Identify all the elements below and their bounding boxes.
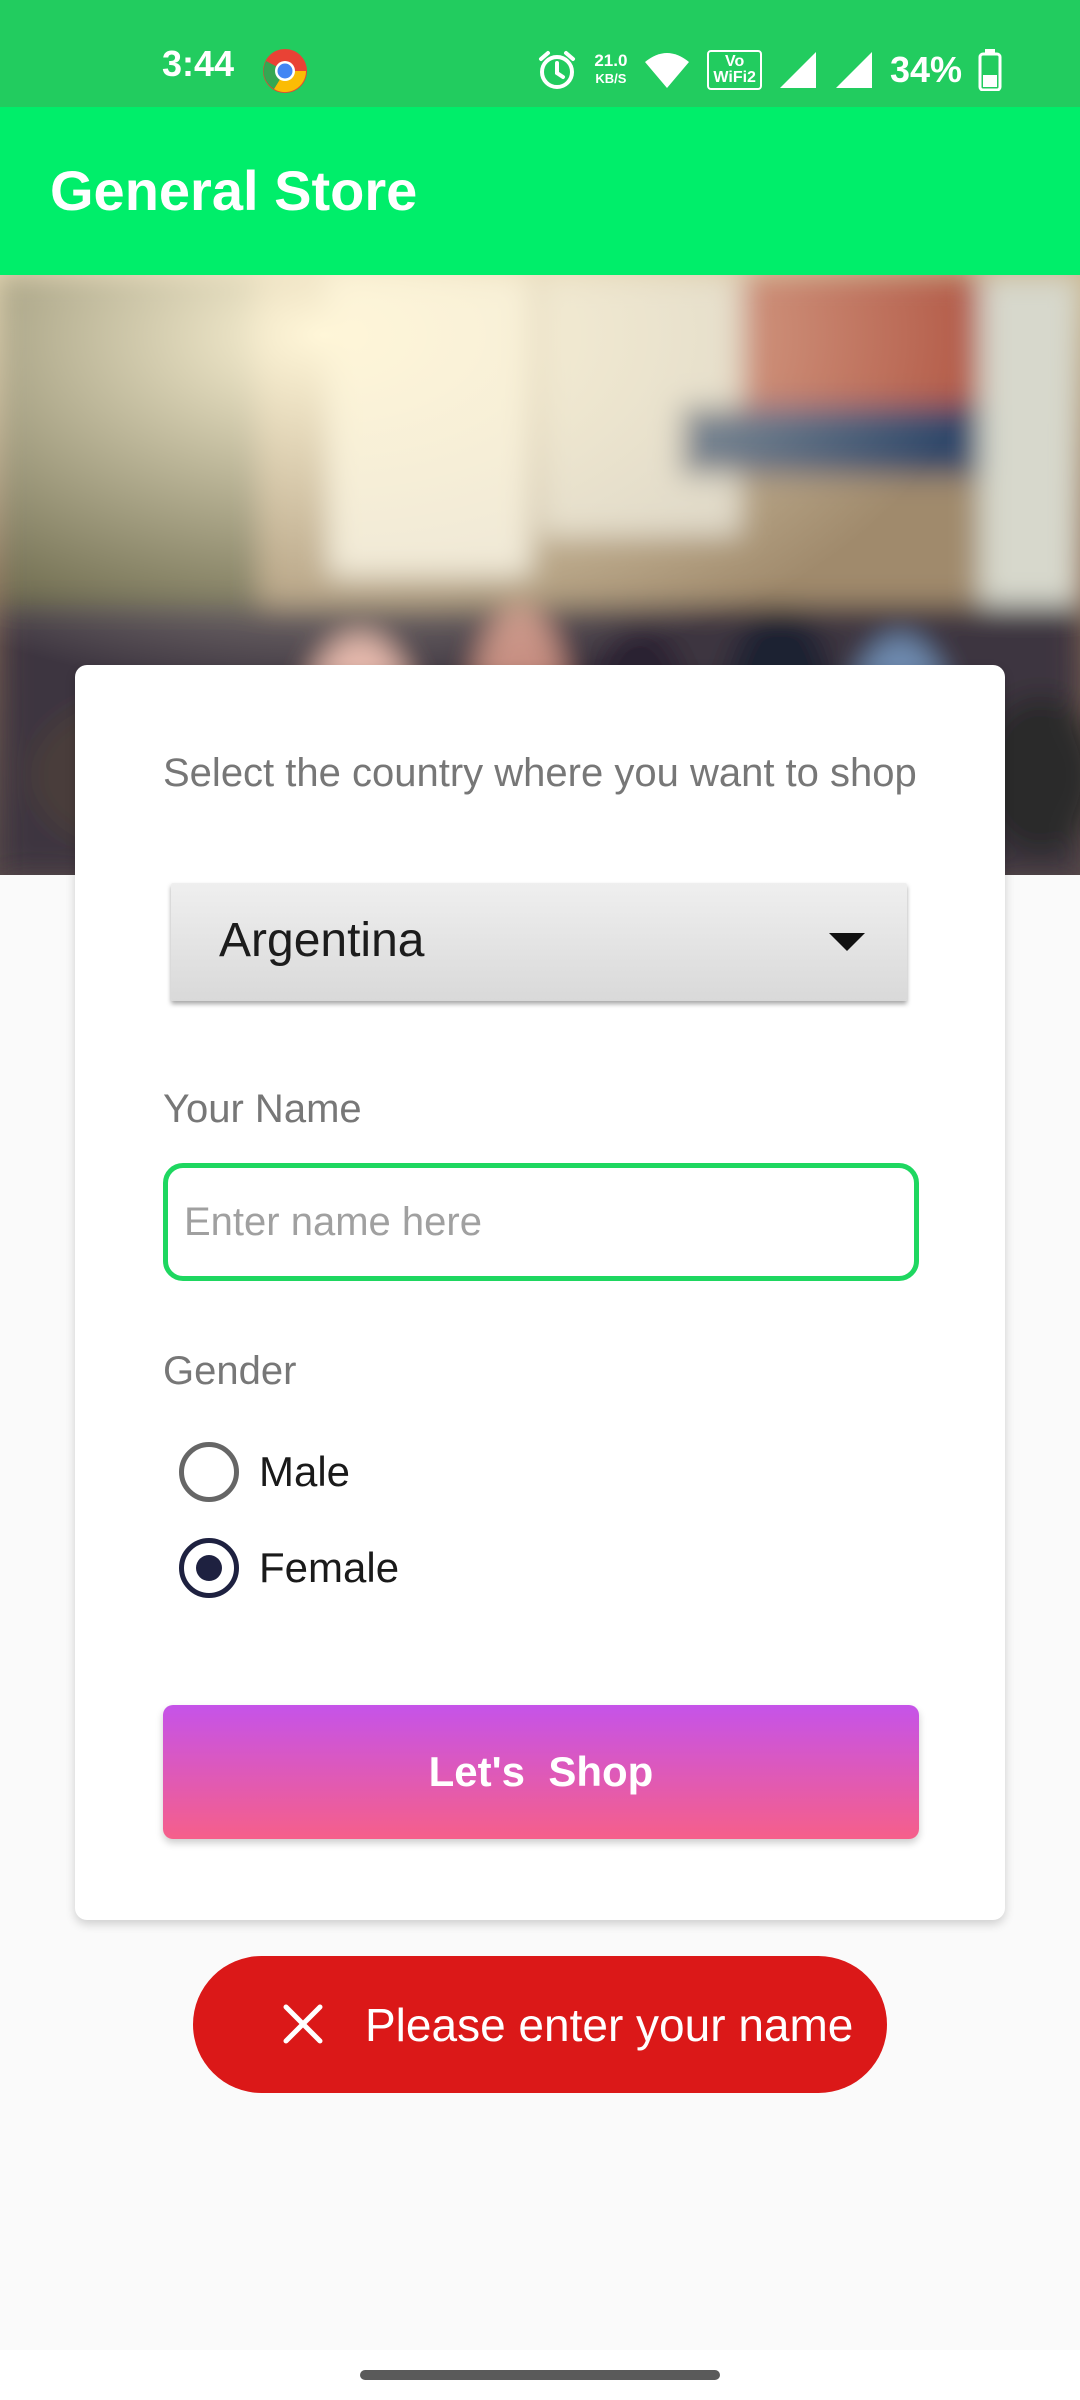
radio-checked-icon[interactable] — [179, 1538, 239, 1598]
country-dropdown[interactable]: Argentina — [171, 883, 907, 1001]
home-indicator[interactable] — [360, 2370, 720, 2380]
wifi-calling-icon: Vo WiFi2 — [707, 50, 762, 90]
status-bar: 3:44 21.0 KB/S Vo WiFi2 34% — [0, 0, 1080, 107]
error-toast: Please enter your name — [193, 1956, 887, 2093]
network-speed-value: 21.0 — [594, 51, 628, 70]
app-bar: General Store — [0, 107, 1080, 275]
dropdown-arrow-icon — [829, 933, 865, 951]
chrome-icon — [263, 49, 307, 93]
gender-option-label: Female — [259, 1544, 400, 1591]
navigation-bar — [0, 2350, 1080, 2400]
status-icons: 21.0 KB/S Vo WiFi2 34% — [536, 44, 1002, 96]
toast-message: Please enter your name — [365, 1999, 854, 2051]
network-speed-unit: KB/S — [595, 71, 627, 86]
form-card: Select the country where you want to sho… — [75, 665, 1005, 1920]
gender-radio-male[interactable]: Male — [179, 1440, 350, 1504]
battery-icon — [978, 49, 1002, 91]
wifi-calling-line2: WiFi2 — [713, 69, 756, 86]
wifi-icon — [645, 53, 690, 88]
app-title: General Store — [50, 159, 418, 222]
name-label: Your Name — [163, 1087, 362, 1131]
gender-radio-female[interactable]: Female — [179, 1536, 399, 1600]
battery-percent: 34% — [889, 49, 962, 90]
signal-icon — [835, 52, 872, 88]
country-label: Select the country where you want to sho… — [163, 751, 917, 795]
status-time: 3:44 — [162, 43, 235, 84]
gender-label: Gender — [163, 1349, 297, 1393]
alarm-icon — [539, 51, 576, 89]
radio-unchecked-icon[interactable] — [179, 1442, 239, 1502]
signal-icon — [779, 52, 816, 88]
lets-shop-button[interactable]: Let's Shop — [163, 1705, 919, 1839]
name-input[interactable] — [163, 1163, 919, 1281]
country-selected-value: Argentina — [219, 914, 425, 967]
gender-option-label: Male — [259, 1448, 351, 1495]
wifi-calling-line1: Vo — [725, 53, 745, 70]
close-icon — [283, 2004, 323, 2044]
network-speed: 21.0 KB/S — [594, 52, 627, 88]
